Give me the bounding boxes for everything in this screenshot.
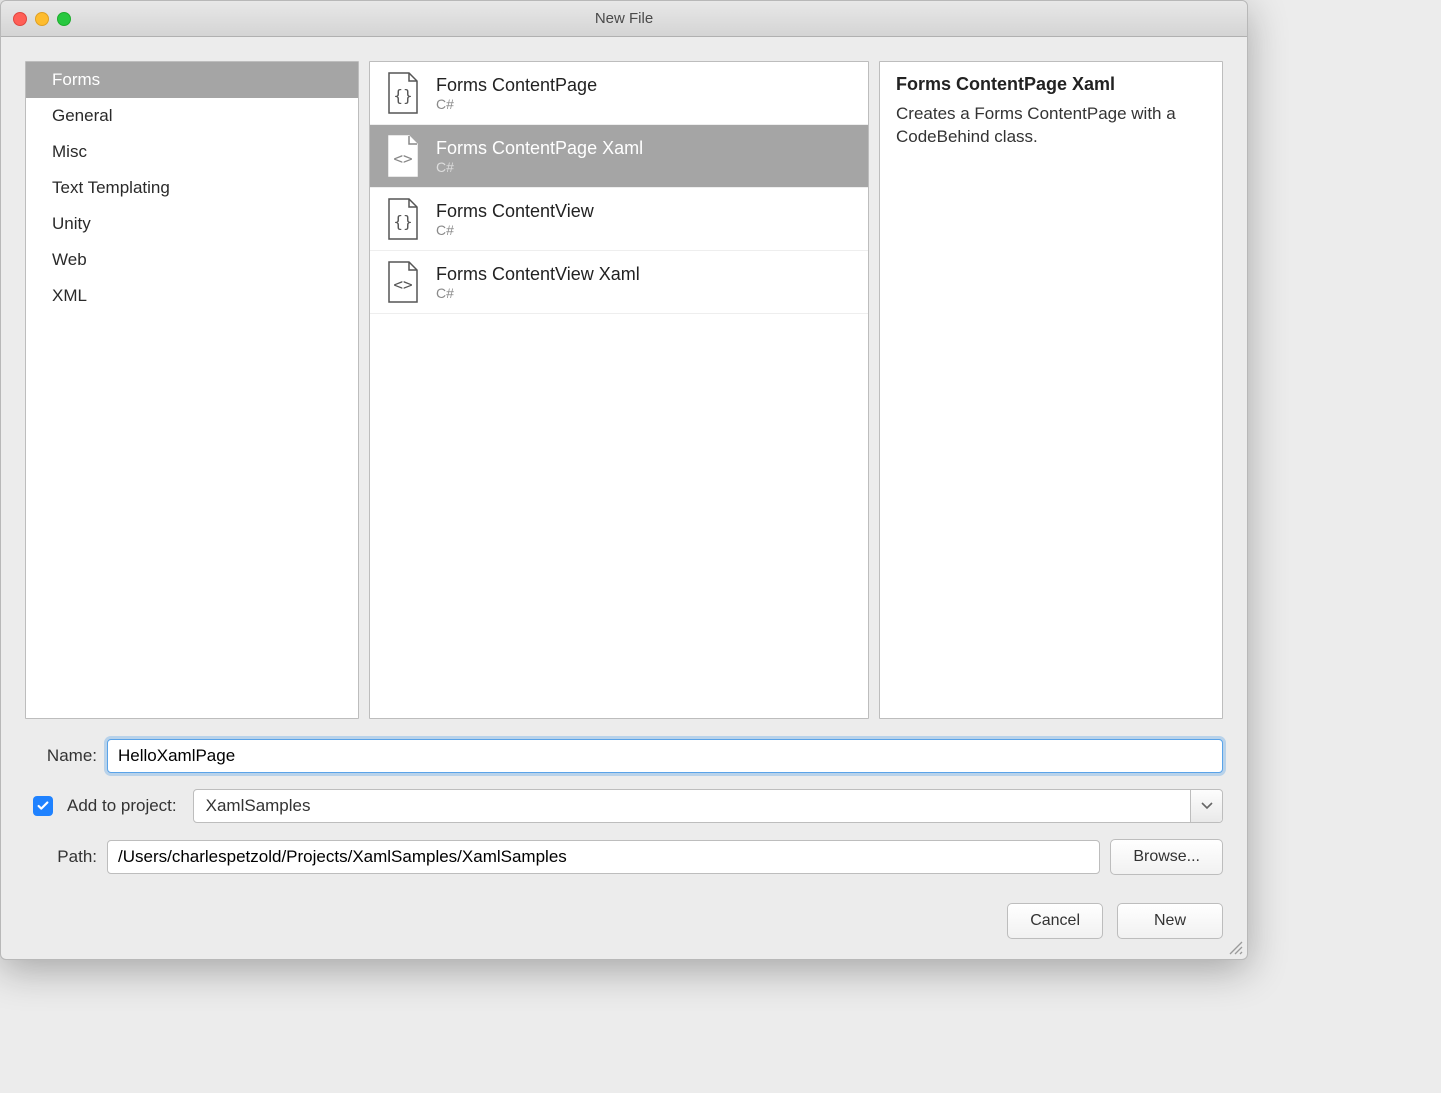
category-item-xml[interactable]: XML [26,278,358,314]
template-subtitle: C# [436,285,640,301]
svg-text:<>: <> [393,275,412,294]
category-list[interactable]: Forms General Misc Text Templating Unity… [25,61,359,719]
template-title: Forms ContentPage [436,75,597,96]
template-item[interactable]: {} Forms ContentView C# [370,188,868,251]
add-to-project-checkbox[interactable] [33,796,53,816]
resize-grip-icon[interactable] [1229,941,1243,955]
name-label: Name: [25,746,97,766]
file-braces-icon: {} [384,72,422,114]
category-item-web[interactable]: Web [26,242,358,278]
template-item[interactable]: <> Forms ContentPage Xaml C# [370,125,868,188]
cancel-button[interactable]: Cancel [1007,903,1103,939]
svg-text:<>: <> [393,149,412,168]
template-subtitle: C# [436,222,594,238]
category-item-text-templating[interactable]: Text Templating [26,170,358,206]
path-input[interactable] [107,840,1100,874]
template-title: Forms ContentView [436,201,594,222]
window-title: New File [1,10,1247,27]
path-row: Path: Browse... [25,839,1223,875]
description-body: Creates a Forms ContentPage with a CodeB… [896,103,1206,149]
template-title: Forms ContentView Xaml [436,264,640,285]
dialog-buttons: Cancel New [1,899,1247,959]
file-braces-icon: {} [384,198,422,240]
titlebar: New File [1,1,1247,37]
name-input[interactable] [107,739,1223,773]
add-to-project-row: Add to project: XamlSamples [25,789,1223,823]
template-subtitle: C# [436,96,597,112]
project-select[interactable]: XamlSamples [193,789,1223,823]
svg-text:{}: {} [393,212,412,231]
template-title: Forms ContentPage Xaml [436,138,643,159]
content-area: Forms General Misc Text Templating Unity… [1,37,1247,899]
template-subtitle: C# [436,159,643,175]
form-rows: Name: Add to project: XamlSamples Path: [25,739,1223,875]
browse-button[interactable]: Browse... [1110,839,1223,875]
category-item-forms[interactable]: Forms [26,62,358,98]
panels: Forms General Misc Text Templating Unity… [25,61,1223,719]
path-label: Path: [25,847,97,867]
description-title: Forms ContentPage Xaml [896,74,1206,95]
template-item[interactable]: <> Forms ContentView Xaml C# [370,251,868,314]
file-angles-icon: <> [384,261,422,303]
add-to-project-label: Add to project: [67,796,177,816]
file-angles-icon: <> [384,135,422,177]
template-item[interactable]: {} Forms ContentPage C# [370,62,868,125]
new-button[interactable]: New [1117,903,1223,939]
new-file-dialog: New File Forms General Misc Text Templat… [0,0,1248,960]
svg-text:{}: {} [393,86,412,105]
category-item-misc[interactable]: Misc [26,134,358,170]
description-panel: Forms ContentPage Xaml Creates a Forms C… [879,61,1223,719]
category-item-unity[interactable]: Unity [26,206,358,242]
template-list[interactable]: {} Forms ContentPage C# <> Forms Content… [369,61,869,719]
category-item-general[interactable]: General [26,98,358,134]
project-select-value: XamlSamples [194,790,1190,822]
name-row: Name: [25,739,1223,773]
chevron-down-icon[interactable] [1190,790,1222,822]
